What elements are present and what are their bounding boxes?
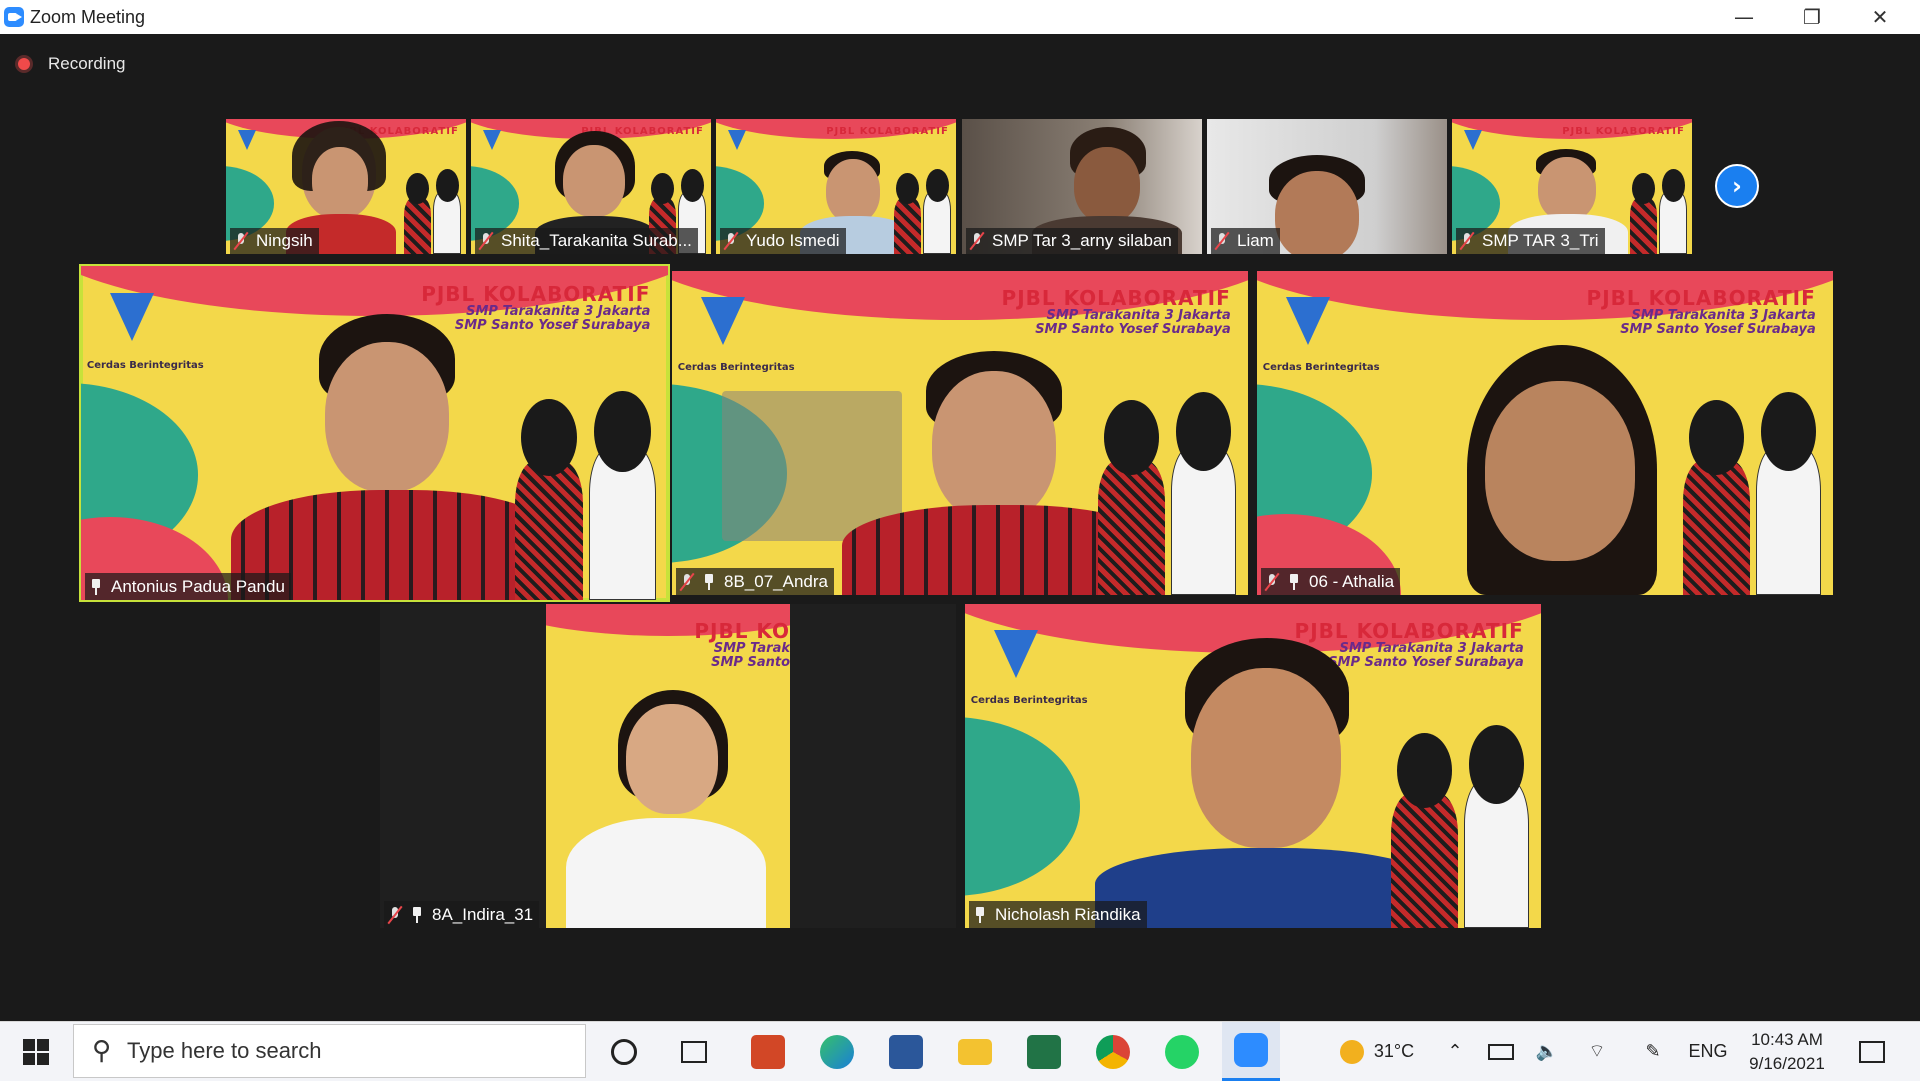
windows-taskbar: ⚲ Type here to search 31°C ⌃ 🔈 ⌔ ✎ ENG 1… [0, 1021, 1920, 1081]
whatsapp-icon [1165, 1034, 1199, 1069]
participant-video-active-speaker[interactable]: Cerdas Berintegritas PJBL KOLABORATIF SM… [79, 264, 670, 602]
mic-muted-icon [680, 573, 694, 591]
participant-video[interactable]: PJBL KO SMP Tarak SMP Santo 8A_Indira_31 [380, 604, 956, 928]
edge-icon [820, 1034, 854, 1069]
battery-icon[interactable] [1484, 1022, 1518, 1081]
pin-icon [702, 573, 716, 591]
school-logo-icon [993, 629, 1038, 678]
recording-indicator[interactable]: Recording [18, 52, 126, 76]
taskbar-chrome[interactable] [1089, 1022, 1137, 1081]
school-logo-icon [483, 129, 501, 150]
taskbar-powerpoint[interactable] [744, 1022, 792, 1081]
pin-icon [410, 906, 424, 924]
video-thumbnail[interactable]: Liam [1207, 119, 1447, 254]
school-logo-icon [728, 129, 746, 150]
participant-video[interactable]: Cerdas Berintegritas PJBL KOLABORATIF SM… [672, 271, 1248, 595]
taskbar-whatsapp[interactable] [1158, 1022, 1206, 1081]
participant-video[interactable]: Cerdas Berintegritas PJBL KOLABORATIF SM… [965, 604, 1541, 928]
cortana-button[interactable] [600, 1022, 648, 1081]
clock-date: 9/16/2021 [1749, 1053, 1825, 1073]
video-thumbnail[interactable]: PJBL KOLABORATIF SMP TAR 3_Tri [1452, 119, 1692, 254]
volume-icon[interactable]: 🔈 [1530, 1022, 1564, 1081]
minimize-button[interactable]: — [1710, 0, 1778, 34]
video-thumbnail[interactable]: SMP Tar 3_arny silaban [962, 119, 1202, 254]
pin-icon [89, 578, 103, 596]
school-logo-icon [1464, 129, 1482, 150]
mic-muted-icon [1265, 573, 1279, 591]
participant-name: Liam [1237, 231, 1274, 250]
school-logo-icon [700, 296, 745, 345]
participant-video[interactable]: Cerdas Berintegritas PJBL KOLABORATIF SM… [1257, 271, 1833, 595]
recording-label: Recording [48, 54, 126, 73]
windows-logo-icon [23, 1038, 49, 1065]
weather-temperature: 31°C [1373, 1041, 1415, 1061]
taskbar-word[interactable] [882, 1022, 930, 1081]
taskbar-file-explorer[interactable] [951, 1022, 999, 1081]
taskbar-search-box[interactable]: ⚲ Type here to search [73, 1024, 586, 1078]
video-thumbnail[interactable]: PJBL KOLABORATIF Ningsih [226, 119, 466, 254]
search-icon: ⚲ [92, 1036, 112, 1066]
window-titlebar: Zoom Meeting — ❐ ✕ [0, 0, 1920, 34]
participant-name: Antonius Padua Pandu [111, 576, 285, 596]
participant-name: Ningsih [256, 231, 313, 250]
participant-name: SMP TAR 3_Tri [1482, 231, 1599, 250]
start-button[interactable] [14, 1022, 58, 1081]
school-logo-icon [110, 292, 155, 341]
zoom-app-icon [4, 7, 24, 27]
mic-muted-icon [234, 232, 248, 250]
video-thumbnail[interactable]: PJBL KOLABORATIF Shita_Tarakanita Surab.… [471, 119, 711, 254]
folder-icon [958, 1038, 992, 1065]
pen-icon[interactable]: ✎ [1636, 1022, 1670, 1081]
participant-name: Nicholash Riandika [995, 904, 1141, 924]
close-button[interactable]: ✕ [1846, 0, 1914, 34]
mic-muted-icon [724, 232, 738, 250]
participant-name: 8B_07_Andra [724, 571, 828, 591]
school-logo-icon [1285, 296, 1330, 345]
mic-muted-icon [388, 906, 402, 924]
weather-sun-icon [1339, 1039, 1364, 1064]
cortana-icon [611, 1038, 637, 1065]
tray-chevron-up-icon[interactable]: ⌃ [1440, 1022, 1470, 1081]
next-page-button[interactable]: › [1715, 164, 1759, 208]
task-view-icon [681, 1040, 707, 1063]
word-icon [889, 1034, 923, 1069]
mic-muted-icon [1460, 232, 1474, 250]
chrome-icon [1096, 1034, 1130, 1069]
school-logo-icon [238, 129, 256, 150]
participant-name: SMP Tar 3_arny silaban [992, 231, 1172, 250]
taskbar-zoom[interactable] [1222, 1022, 1280, 1081]
restore-button[interactable]: ❐ [1778, 0, 1846, 34]
window-title: Zoom Meeting [30, 7, 146, 27]
task-view-button[interactable] [670, 1022, 718, 1081]
pin-icon [1287, 573, 1301, 591]
pin-icon [973, 906, 987, 924]
mic-muted-icon [479, 232, 493, 250]
wifi-icon[interactable]: ⌔ [1580, 1022, 1614, 1081]
banner-text: PJBL KOLABORATIF SMP Tarakanita 3 Jakart… [1001, 286, 1231, 338]
zoom-icon [1234, 1033, 1268, 1067]
powerpoint-icon [751, 1034, 785, 1069]
clock-time: 10:43 AM [1751, 1029, 1823, 1049]
banner-text: PJBL KO SMP Tarak SMP Santo [694, 619, 790, 671]
taskbar-excel[interactable] [1020, 1022, 1068, 1081]
notification-icon [1859, 1040, 1885, 1063]
notifications-button[interactable] [1852, 1022, 1892, 1081]
participant-name: Yudo Ismedi [746, 231, 840, 250]
participant-name: Shita_Tarakanita Surab... [501, 231, 692, 250]
banner-text: PJBL KOLABORATIF SMP Tarakanita 3 Jakart… [421, 281, 651, 333]
video-thumbnail[interactable]: PJBL KOLABORATIF Yudo Ismedi [716, 119, 956, 254]
excel-icon [1027, 1034, 1061, 1069]
chevron-right-icon: › [1732, 172, 1742, 200]
taskbar-edge[interactable] [813, 1022, 861, 1081]
weather-widget[interactable]: 31°C [1322, 1022, 1432, 1081]
search-placeholder: Type here to search [127, 1038, 322, 1063]
banner-text: PJBL KOLABORATIF SMP Tarakanita 3 Jakart… [1586, 286, 1816, 338]
language-indicator[interactable]: ENG [1684, 1022, 1732, 1081]
participant-name: 06 - Athalia [1309, 571, 1395, 591]
mic-muted-icon [1215, 232, 1229, 250]
participant-name: 8A_Indira_31 [432, 904, 534, 924]
clock[interactable]: 10:43 AM 9/16/2021 [1742, 1022, 1832, 1081]
mic-muted-icon [970, 232, 984, 250]
recording-dot-icon [18, 58, 30, 70]
